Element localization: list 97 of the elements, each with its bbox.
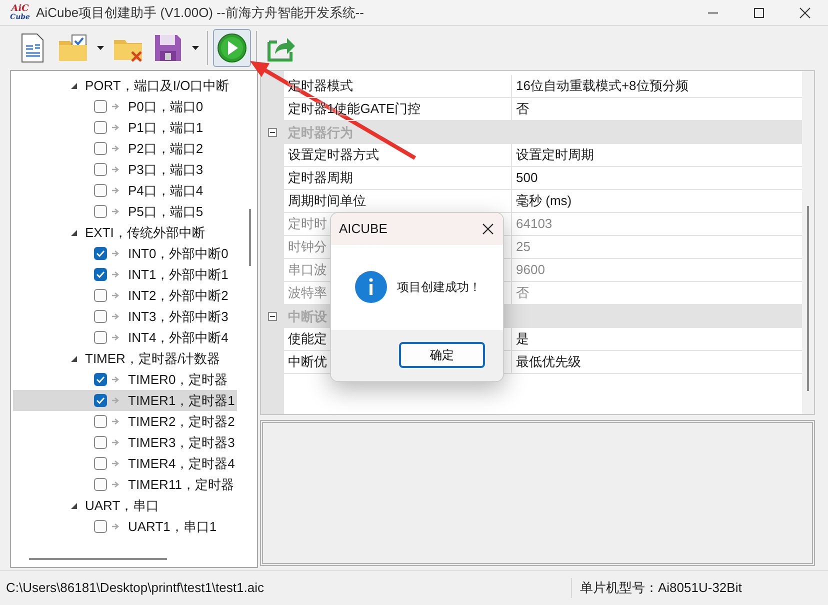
property-name: 定时器周期 — [284, 167, 512, 190]
tree-item[interactable]: INT0，外部中断0 — [128, 244, 228, 264]
tree-item[interactable]: TIMER0，定时器 — [128, 370, 228, 390]
close-icon[interactable] — [482, 222, 494, 235]
arrow-icon — [112, 187, 120, 194]
tree-item[interactable]: INT2，外部中断2 — [128, 286, 228, 306]
checkbox[interactable] — [94, 142, 107, 155]
arrow-icon — [112, 145, 120, 152]
tree-item[interactable]: EXTI，传统外部中断 — [85, 222, 205, 242]
checkbox[interactable] — [94, 436, 107, 449]
folder-check-icon — [57, 32, 89, 64]
checkbox[interactable] — [94, 121, 107, 134]
caret-icon — [97, 46, 104, 50]
scrollbar-thumb[interactable] — [249, 209, 251, 266]
ok-button[interactable]: 确定 — [399, 342, 485, 368]
property-value[interactable]: 是 — [512, 328, 802, 351]
arrow-icon — [112, 418, 120, 425]
checkbox[interactable] — [94, 457, 107, 470]
collapse-icon[interactable] — [268, 128, 277, 137]
check-icon — [96, 397, 105, 404]
arrow-icon — [112, 313, 120, 320]
window-title: AiCube项目创建助手 (V1.00O) --前海方舟智能开发系统-- — [36, 4, 364, 22]
tree-item[interactable]: P0口，端口0 — [128, 96, 204, 116]
tree-item[interactable]: INT3，外部中断3 — [128, 306, 228, 326]
checkbox[interactable] — [94, 205, 107, 218]
arrow-icon — [112, 439, 120, 446]
checkbox[interactable] — [94, 415, 107, 428]
tree-item[interactable]: P4口，端口4 — [128, 180, 204, 200]
expand-icon[interactable] — [71, 82, 77, 88]
property-value: 25 — [512, 236, 802, 259]
checkbox[interactable] — [94, 289, 107, 302]
property-value[interactable]: 16位自动重载模式+8位预分频 — [512, 75, 802, 98]
tree-item[interactable]: UART，串口 — [85, 496, 160, 516]
property-value[interactable]: 最低优先级 — [512, 351, 802, 374]
run-button[interactable] — [213, 29, 251, 67]
play-icon — [216, 32, 248, 64]
arrow-icon — [112, 523, 120, 530]
check-icon — [96, 376, 105, 383]
file-path: C:\Users\86181\Desktop\printf\test1\test1.aic — [0, 578, 572, 598]
arrow-icon — [112, 460, 120, 467]
tree-item[interactable]: P3口，端口3 — [128, 160, 204, 180]
expand-icon[interactable] — [71, 356, 77, 362]
dialog-message: 项目创建成功！ — [397, 279, 481, 296]
arrow-icon — [112, 208, 120, 215]
caret-icon — [192, 46, 199, 50]
dialog-title: AICUBE — [339, 220, 388, 238]
property-value[interactable]: 毫秒 (ms) — [512, 190, 802, 213]
scrollbar-thumb[interactable] — [807, 206, 809, 391]
floppy-icon — [152, 32, 184, 64]
property-value: 64103 — [512, 213, 802, 236]
arrow-icon — [112, 292, 120, 299]
property-value: 9600 — [512, 259, 802, 282]
scrollbar-thumb[interactable] — [29, 558, 167, 560]
tree-item[interactable]: P1口，端口1 — [128, 118, 204, 138]
tree-item[interactable]: INT1，外部中断1 — [128, 264, 228, 284]
checkbox[interactable] — [94, 478, 107, 491]
checkbox[interactable] — [94, 520, 107, 533]
property-value[interactable]: 500 — [512, 167, 802, 190]
check-icon — [96, 271, 105, 278]
checkbox[interactable] — [94, 331, 107, 344]
checkbox[interactable] — [94, 100, 107, 113]
tree-item[interactable]: TIMER2，定时器2 — [128, 412, 235, 432]
expand-icon[interactable] — [71, 502, 77, 508]
arrow-icon — [112, 103, 120, 110]
chip-model: 单片机型号：Ai8051U-32Bit — [579, 579, 742, 598]
arrow-icon — [112, 166, 120, 173]
close-icon[interactable] — [799, 6, 811, 18]
tree-item[interactable]: UART1，串口1 — [128, 516, 217, 536]
checkbox[interactable] — [94, 268, 107, 281]
arrow-icon — [112, 397, 120, 404]
tree-item[interactable]: TIMER，定时器/计数器 — [85, 348, 220, 368]
arrow-icon — [112, 334, 120, 341]
tree-item[interactable]: TIMER3，定时器3 — [128, 432, 235, 452]
tree-item[interactable]: TIMER11，定时器 — [128, 474, 234, 494]
arrow-icon — [112, 250, 120, 257]
arrow-icon — [112, 481, 120, 488]
arrow-icon — [112, 271, 120, 278]
checkbox[interactable] — [94, 310, 107, 323]
maximize-icon[interactable] — [753, 6, 765, 18]
property-name: 设置定时器方式 — [284, 144, 512, 167]
check-icon — [96, 250, 105, 257]
arrow-icon — [112, 376, 120, 383]
tree-item[interactable]: TIMER4，定时器4 — [128, 454, 235, 474]
tree-item[interactable]: P5口，端口5 — [128, 202, 204, 222]
checkbox[interactable] — [94, 373, 107, 386]
checkbox[interactable] — [94, 394, 107, 407]
tree-item[interactable]: P2口，端口2 — [128, 138, 204, 158]
property-value[interactable]: 设置定时周期 — [512, 144, 802, 167]
checkbox[interactable] — [94, 163, 107, 176]
arrow-icon — [112, 124, 120, 131]
collapse-icon[interactable] — [268, 312, 277, 321]
tree-item[interactable]: INT4，外部中断4 — [128, 328, 228, 348]
checkbox[interactable] — [94, 247, 107, 260]
expand-icon[interactable] — [71, 230, 77, 236]
info-icon — [355, 271, 387, 304]
checkbox[interactable] — [94, 184, 107, 197]
tree-item[interactable]: PORT，端口及I/O口中断 — [85, 76, 230, 96]
